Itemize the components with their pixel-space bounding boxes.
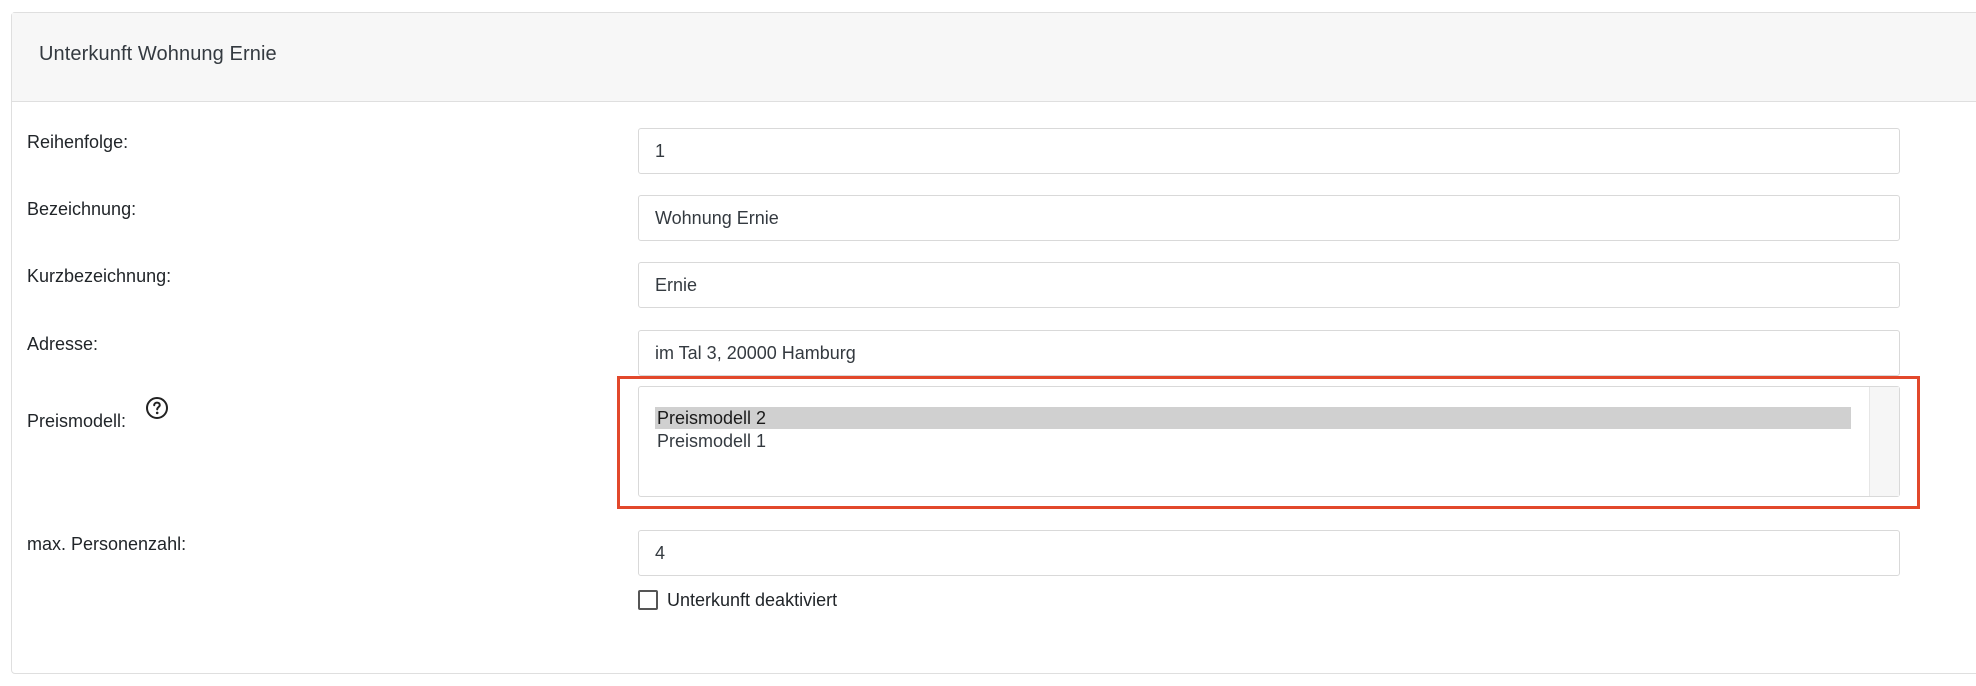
short-name-input[interactable] xyxy=(638,262,1900,308)
address-input[interactable] xyxy=(638,330,1900,376)
price-model-option[interactable]: Preismodell 2 xyxy=(655,407,1851,429)
deactivated-checkbox[interactable] xyxy=(638,590,658,610)
price-model-listbox[interactable]: Preismodell 2 Preismodell 1 xyxy=(638,386,1900,497)
name-input[interactable] xyxy=(638,195,1900,241)
price-model-option[interactable]: Preismodell 1 xyxy=(655,430,1851,452)
address-label: Adresse: xyxy=(27,334,99,354)
listbox-scrollbar[interactable] xyxy=(1869,387,1899,496)
short-name-label: Kurzbezeichnung: xyxy=(27,266,172,286)
deactivated-checkbox-label[interactable]: Unterkunft deaktiviert xyxy=(667,589,837,611)
order-input[interactable] xyxy=(638,128,1900,174)
card-header: Unterkunft Wohnung Ernie xyxy=(12,13,1976,102)
price-model-label: Preismodell: xyxy=(27,411,127,431)
question-circle-icon[interactable] xyxy=(145,396,169,420)
name-label: Bezeichnung: xyxy=(27,199,137,219)
max-persons-input[interactable] xyxy=(638,530,1900,576)
card-title: Unterkunft Wohnung Ernie xyxy=(39,43,277,65)
order-label: Reihenfolge: xyxy=(27,132,129,152)
max-persons-label: max. Personenzahl: xyxy=(27,534,187,554)
